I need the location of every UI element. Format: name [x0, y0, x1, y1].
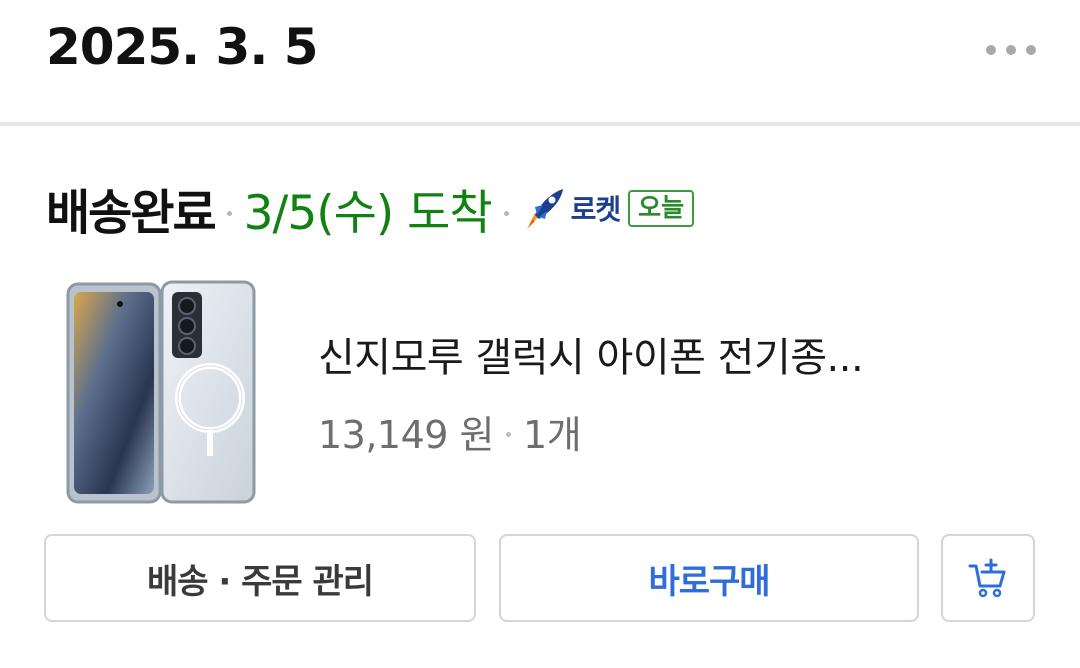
- product-quantity: 1개: [523, 413, 582, 457]
- today-tag: 오늘: [628, 189, 695, 227]
- product-thumbnail[interactable]: [64, 278, 260, 510]
- rocket-label: 로켓: [570, 193, 622, 226]
- delivery-status-row: 배송완료 3/5(수) 도착 로켓 오늘: [46, 172, 695, 244]
- delivery-status: 배송완료: [46, 185, 217, 241]
- order-date: 2025. 3. 5: [46, 18, 319, 76]
- product-price: 13,149 원: [318, 413, 495, 457]
- separator-dot: [226, 210, 232, 216]
- add-to-cart-icon: [968, 558, 1006, 598]
- product-name[interactable]: 신지모루 갤럭시 아이폰 전기종...: [318, 325, 1038, 383]
- separator-dot: [506, 432, 512, 437]
- buy-now-button[interactable]: 바로구매: [499, 534, 919, 622]
- rocket-delivery-badge: 로켓 오늘: [521, 185, 695, 231]
- more-dots-icon[interactable]: [986, 40, 1036, 60]
- arrival-date: 3/5(수) 도착: [243, 185, 493, 241]
- order-date-header: 2025. 3. 5: [0, 0, 1080, 122]
- add-to-cart-button[interactable]: [941, 534, 1035, 622]
- manage-order-button[interactable]: 배송 · 주문 관리: [44, 534, 476, 622]
- divider: [0, 122, 1080, 126]
- rocket-icon: [526, 189, 563, 229]
- product-meta: 13,149 원 1개: [318, 404, 582, 459]
- separator-dot: [503, 210, 509, 216]
